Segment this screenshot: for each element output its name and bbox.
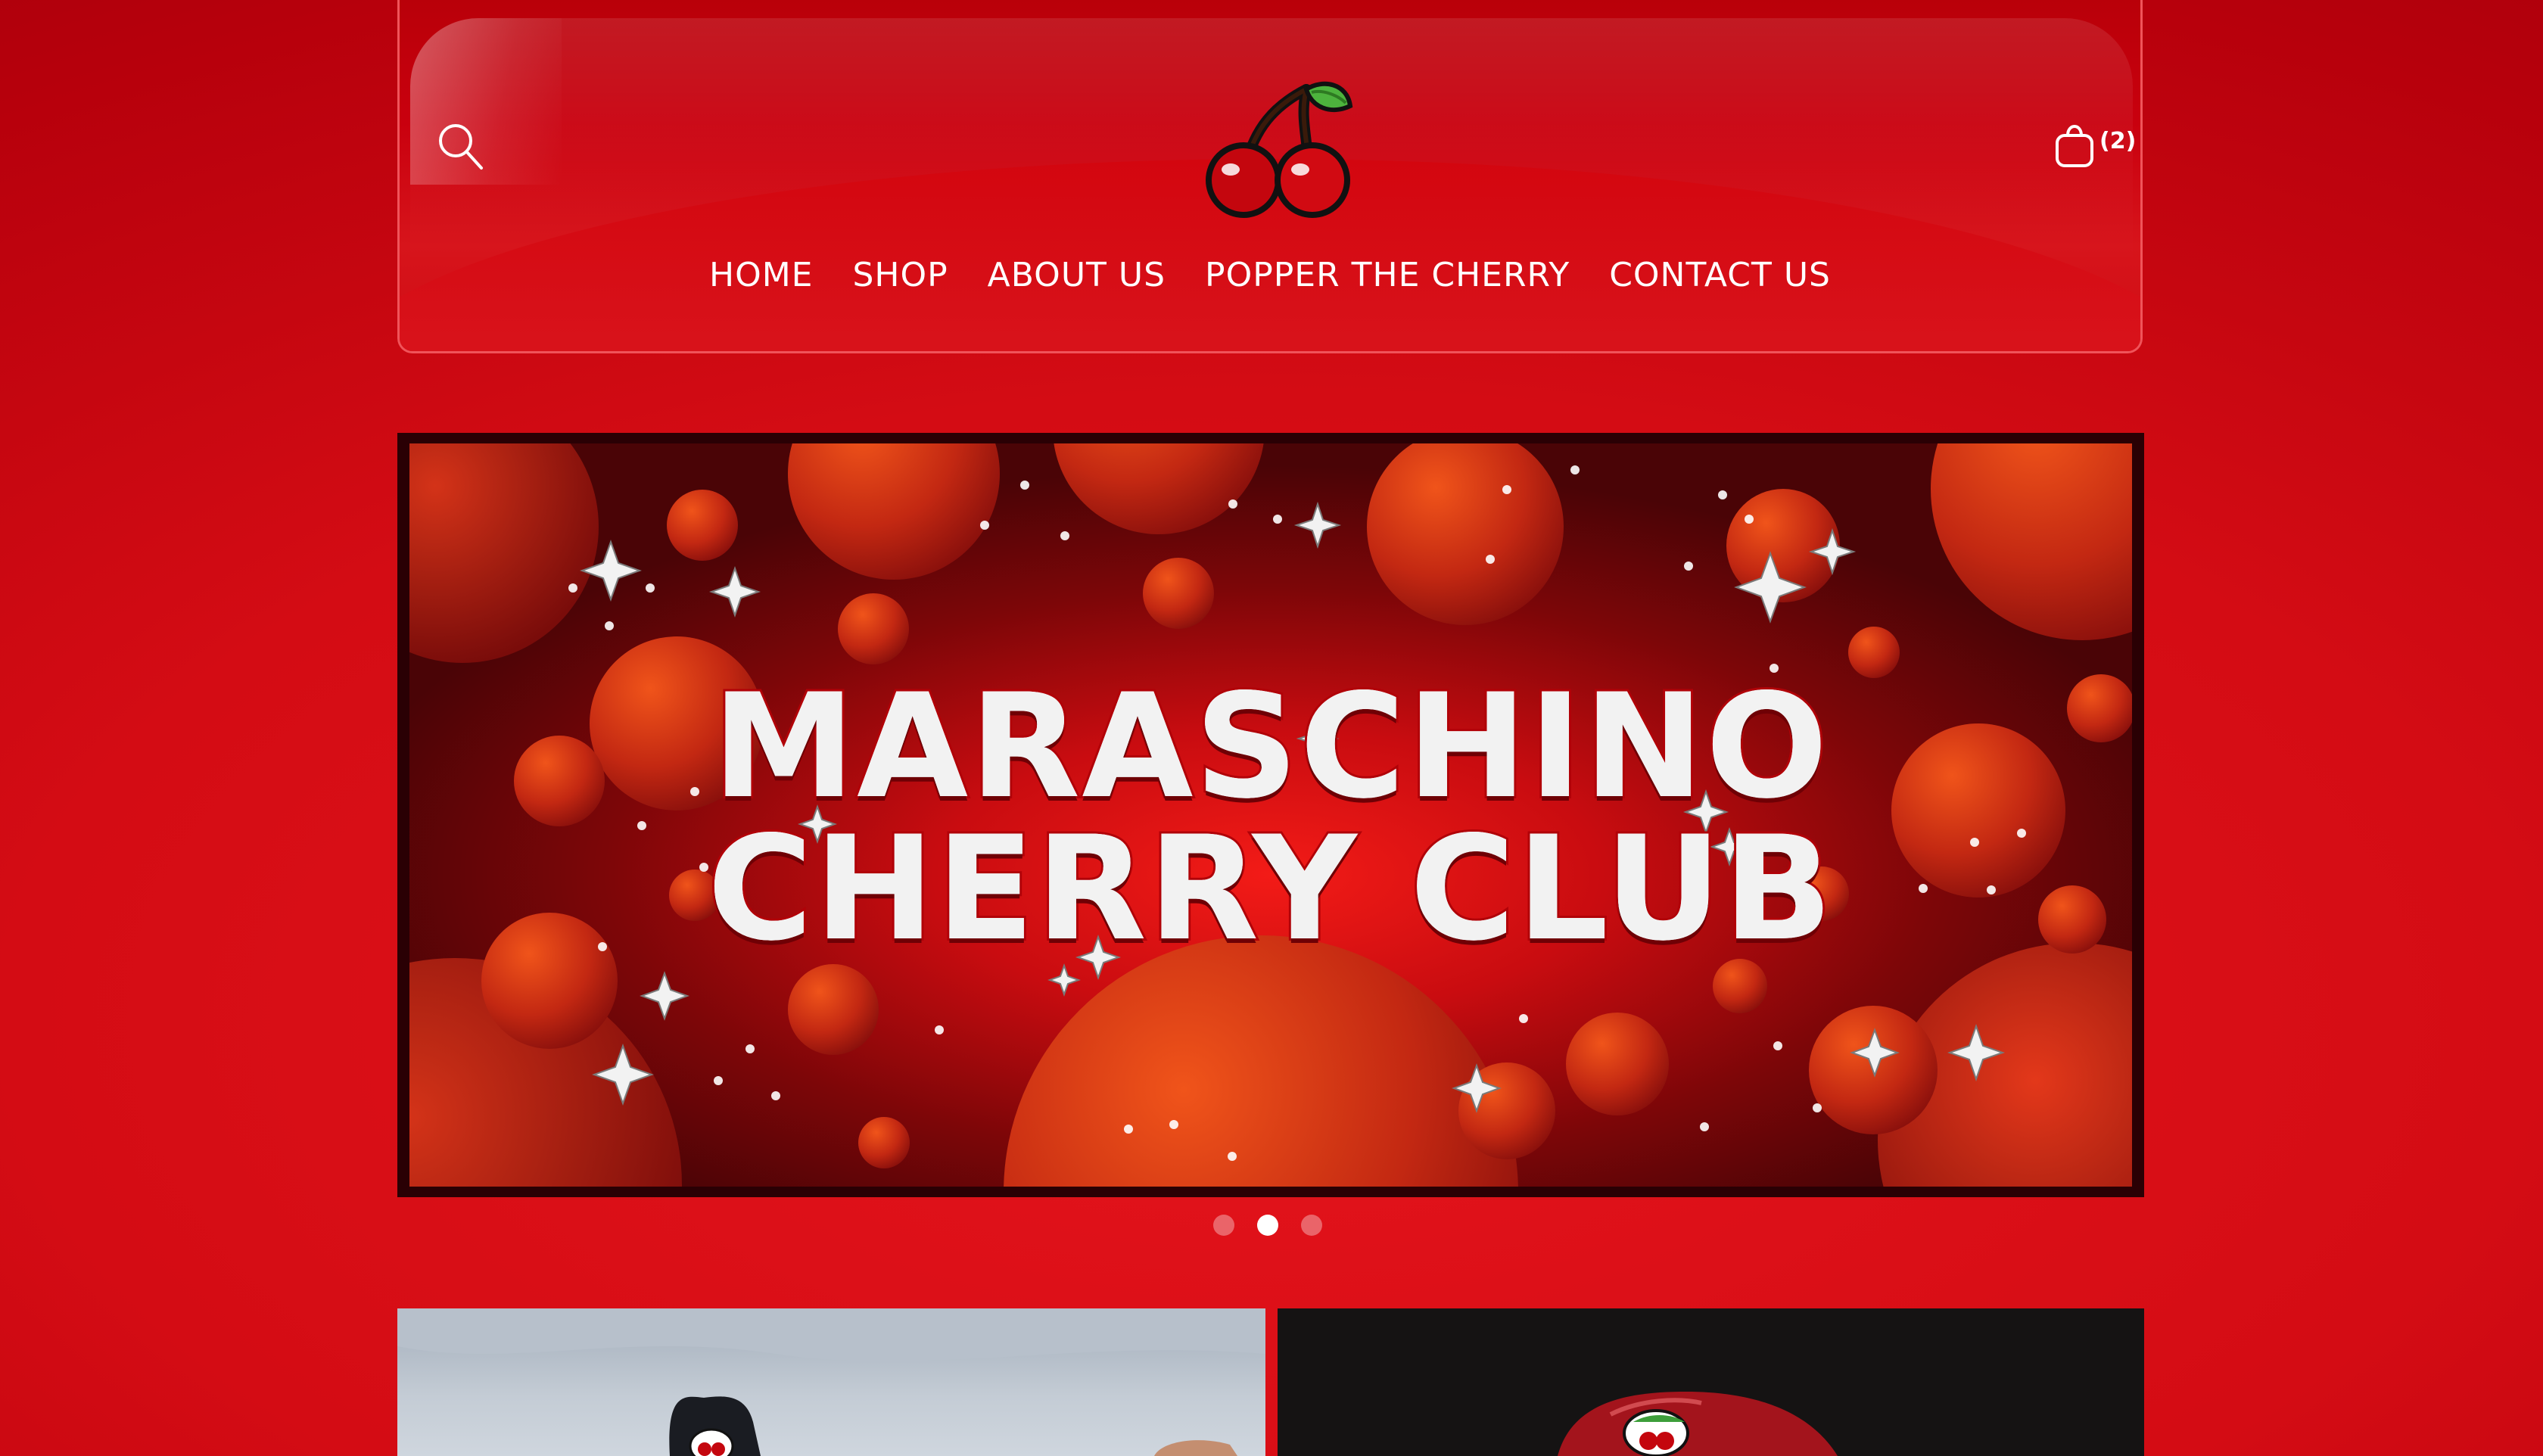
cart-count: (2) (2099, 127, 2137, 154)
shopping-bag-icon (2056, 125, 2093, 167)
nav-home[interactable]: HOME (709, 256, 813, 294)
site-header: (2) HOME SHOP ABOUT US POPPER THE CHERRY… (397, 0, 2143, 353)
hero-slider[interactable]: MARASCHINO CHERRY CLUB (397, 433, 2144, 1197)
slider-dot-3[interactable] (1301, 1215, 1322, 1236)
slider-dot-2[interactable] (1257, 1215, 1278, 1236)
cherry-logo[interactable] (1202, 76, 1353, 219)
nav-shop[interactable]: SHOP (852, 256, 948, 294)
cap-photo-outdoor-image (397, 1308, 1265, 1456)
nav-popper-the-cherry[interactable]: POPPER THE CHERRY (1205, 256, 1570, 294)
nav-about-us[interactable]: ABOUT US (988, 256, 1166, 294)
hero-title-line2: CHERRY CLUB (705, 803, 1835, 975)
slider-pagination (1213, 1215, 1322, 1236)
product-tile-red-cap-photo[interactable] (1278, 1308, 2144, 1456)
search-button[interactable] (434, 120, 487, 174)
search-icon (439, 124, 483, 170)
main-nav: HOME SHOP ABOUT US POPPER THE CHERRY CON… (400, 256, 2140, 294)
product-tile-cap-photo-outdoor[interactable] (397, 1308, 1265, 1456)
slider-dot-1[interactable] (1213, 1215, 1234, 1236)
hero-slide: MARASCHINO CHERRY CLUB (409, 443, 2132, 1187)
cart-button[interactable]: (2) (2054, 114, 2140, 174)
red-cap-photo-image (1558, 1392, 1838, 1456)
nav-contact-us[interactable]: CONTACT US (1609, 256, 1831, 294)
